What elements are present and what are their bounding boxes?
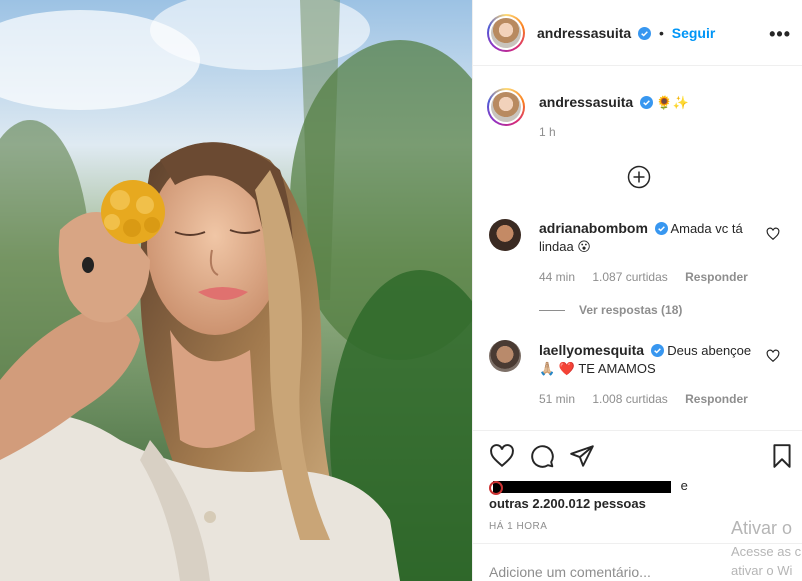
- author-avatar[interactable]: [487, 14, 525, 52]
- caption: andressasuita 🌻✨: [539, 93, 689, 112]
- caption-text: 🌻✨: [656, 95, 689, 110]
- like-comment-heart-icon[interactable]: [766, 227, 780, 241]
- redacted-liker-name: [493, 480, 671, 493]
- comment: laellyomesquita Deus abençoe 🙏🏼 ❤️ TE AM…: [539, 341, 759, 378]
- post-header: andressasuita • Seguir •••: [473, 0, 802, 66]
- likes-conjunction: e: [680, 478, 688, 493]
- comment-bubble-icon[interactable]: [529, 443, 555, 469]
- save-bookmark-icon[interactable]: [769, 443, 795, 469]
- likes-summary: e outras 2.200.012 pessoas: [489, 478, 789, 511]
- comment-input[interactable]: Adicione um comentário...: [489, 564, 651, 580]
- commenter-avatar[interactable]: [489, 219, 521, 251]
- comment-username[interactable]: laellyomesquita: [539, 342, 644, 358]
- action-bar: [473, 430, 802, 482]
- likes-others[interactable]: outras 2.200.012 pessoas: [489, 496, 789, 511]
- reply-button[interactable]: Responder: [685, 392, 748, 406]
- caption-username[interactable]: andressasuita: [539, 94, 633, 110]
- comment-meta: 44 min 1.087 curtidas Responder: [539, 270, 762, 284]
- comments-section: andressasuita 🌻✨ 1 h adrianabombom Amada…: [473, 66, 802, 430]
- comment-likes[interactable]: 1.087 curtidas: [592, 270, 667, 284]
- comment-time: 51 min: [539, 392, 576, 406]
- load-more-comments-icon[interactable]: [627, 165, 651, 189]
- comment-time: 44 min: [539, 270, 576, 284]
- like-heart-icon[interactable]: [489, 443, 515, 469]
- replies-divider: [539, 310, 565, 312]
- follow-button[interactable]: Seguir: [672, 25, 716, 41]
- post-photo[interactable]: [0, 0, 472, 581]
- header-separator: •: [658, 25, 664, 41]
- caption-avatar[interactable]: [487, 88, 525, 126]
- verified-icon: [639, 96, 653, 109]
- verified-icon: [654, 222, 668, 235]
- like-comment-heart-icon[interactable]: [766, 349, 780, 363]
- reply-button[interactable]: Responder: [685, 270, 748, 284]
- view-replies-button[interactable]: Ver respostas (18): [539, 303, 682, 317]
- windows-activation-line: ativar o Wi: [731, 563, 793, 578]
- windows-activation-line: Acesse as c: [731, 544, 802, 559]
- verified-icon: [650, 344, 664, 357]
- comment-likes[interactable]: 1.008 curtidas: [592, 392, 667, 406]
- verified-icon: [638, 27, 652, 40]
- commenter-avatar[interactable]: [489, 340, 521, 372]
- liker-avatar[interactable]: [489, 481, 503, 495]
- comment-username[interactable]: adrianabombom: [539, 220, 648, 236]
- post-detail-panel: andressasuita • Seguir ••• andressasuita…: [472, 0, 802, 581]
- more-options-icon[interactable]: •••: [769, 24, 791, 45]
- caption-time: 1 h: [539, 125, 556, 139]
- comment-meta: 51 min 1.008 curtidas Responder: [539, 392, 762, 406]
- post-timestamp: HÁ 1 HORA: [489, 521, 548, 532]
- view-replies-label: Ver respostas (18): [579, 303, 683, 317]
- comment: adrianabombom Amada vc tá lindaa 😮: [539, 219, 759, 256]
- share-send-icon[interactable]: [569, 443, 595, 469]
- windows-activation-title: Ativar o: [731, 518, 793, 538]
- author-username[interactable]: andressasuita: [537, 25, 631, 41]
